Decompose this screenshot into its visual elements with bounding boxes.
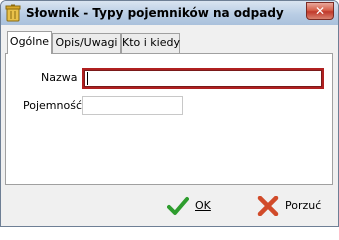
tab-ogolne[interactable]: Ogólne [7, 31, 52, 54]
cancel-button[interactable]: Porzuć [257, 194, 327, 218]
ok-label: OK [195, 199, 211, 212]
pojemnosc-label: Pojemność [23, 99, 82, 112]
title-bar[interactable]: Słownik - Typy pojemników na odpady ✕ [1, 1, 338, 25]
ok-button[interactable]: OK [167, 194, 227, 218]
nazwa-label: Nazwa [41, 71, 78, 84]
close-icon: ✕ [314, 4, 326, 18]
tab-kto-i-kiedy[interactable]: Kto i kiedy [121, 33, 180, 53]
dialog-window: Słownik - Typy pojemników na odpady ✕ Og… [0, 0, 339, 227]
checkmark-icon [167, 197, 189, 215]
tab-panel-ogolne: Nazwa Pojemność [5, 53, 333, 185]
close-button[interactable]: ✕ [306, 2, 334, 20]
red-x-icon [257, 196, 279, 216]
pojemnosc-input[interactable] [82, 96, 183, 115]
nazwa-input[interactable] [82, 68, 324, 89]
window-title: Słownik - Typy pojemników na odpady [26, 6, 284, 20]
text-caret [87, 72, 88, 85]
folder-trash-icon [5, 4, 21, 22]
cancel-label: Porzuć [285, 199, 322, 212]
tab-opis-uwagi[interactable]: Opis/Uwagi [52, 33, 121, 53]
